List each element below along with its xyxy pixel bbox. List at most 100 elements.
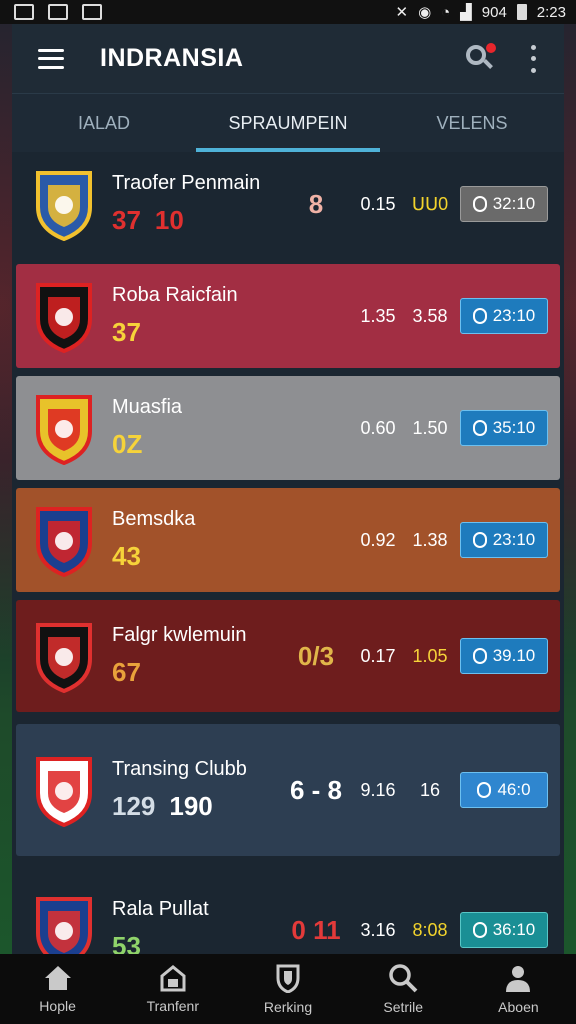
nav-item-rerking[interactable]: Rerking — [230, 954, 345, 1024]
stat-value-a: 0.60 — [360, 417, 396, 438]
timer-icon — [472, 308, 487, 324]
match-row[interactable]: Rala Pullat 53 0 11 3.16 8:08 36:10 — [16, 870, 560, 954]
match-row[interactable]: Muasfia 0Z 0.60 1.50 35:10 — [16, 376, 560, 480]
stat-value-b: 1.50 — [412, 417, 448, 438]
team-name: Roba Raicfain — [112, 284, 238, 306]
score-secondary: 10 — [154, 205, 184, 235]
team-name: Bemsdka — [112, 508, 196, 530]
team-crest-icon — [30, 752, 98, 828]
stat-value-a: 9.16 — [360, 779, 396, 800]
timer-icon — [477, 782, 492, 798]
match-time: 23:10 — [492, 306, 536, 325]
tab-spraumpein[interactable]: SPRAUMPEIN — [196, 94, 380, 152]
timer-icon — [472, 648, 487, 664]
home-icon — [43, 964, 73, 992]
nav-item-hople[interactable]: Hople — [0, 954, 115, 1024]
match-row[interactable]: Traofer Penmain 37 10 8 0.15 ᑌᑌ0 32:10 — [16, 152, 560, 256]
match-time: 35:10 — [492, 418, 536, 437]
gallery-notification-icon — [14, 4, 34, 20]
app-window: INDRANSIA IALAD SPRAUMPEIN VELENS Traofe… — [12, 24, 564, 954]
match-time-button[interactable]: 35:10 — [460, 410, 548, 446]
timer-icon — [472, 420, 487, 436]
mute-icon: ✕ — [395, 4, 409, 21]
timer-icon — [472, 196, 487, 212]
nav-item-aboen[interactable]: Aboen — [461, 954, 576, 1024]
team-crest-icon — [30, 618, 98, 694]
team-crest-icon — [30, 166, 98, 242]
battery-text: 904 — [481, 3, 507, 21]
stat-value-a: 1.35 — [360, 305, 396, 326]
team-name: Traofer Penmain — [112, 172, 261, 194]
more-vertical-icon[interactable] — [528, 44, 538, 73]
stat-value-a: 0.15 — [360, 193, 396, 214]
notification-dot — [486, 42, 496, 53]
team-crest-icon — [30, 502, 98, 578]
score-primary: 129 — [112, 791, 156, 821]
search-icon — [388, 963, 418, 993]
stat-value-a: 3.16 — [360, 919, 396, 940]
app-bar: INDRANSIA — [12, 24, 564, 94]
nav-label: Aboen — [498, 999, 539, 1015]
team-crest-icon — [30, 892, 98, 954]
score-primary: 37 — [112, 205, 141, 235]
match-row[interactable]: Transing Clubb 129 190 6 - 8 9.16 16 46:… — [16, 724, 560, 856]
team-name: Falgr kwlemuin — [112, 624, 247, 646]
match-time-button[interactable]: 39.10 — [460, 638, 548, 674]
stat-value-b: 3.58 — [412, 305, 448, 326]
match-time: 23:10 — [492, 530, 536, 549]
match-time-button[interactable]: 36:10 — [460, 912, 548, 948]
team-name: Rala Pullat — [112, 898, 209, 920]
match-time-button[interactable]: 23:10 — [460, 298, 548, 334]
app-title: INDRANSIA — [100, 44, 244, 72]
team-crest-icon — [30, 390, 98, 466]
match-result: 8 — [308, 188, 324, 219]
match-result: 6 - 8 — [289, 774, 343, 805]
match-result: 0/3 — [297, 640, 335, 671]
timer-icon — [472, 922, 487, 938]
nav-label: Setrile — [383, 999, 424, 1015]
tab-velens[interactable]: VELENS — [380, 94, 564, 152]
nav-item-tranfenr[interactable]: Tranfenr — [115, 954, 230, 1024]
match-time: 32:10 — [492, 194, 536, 213]
tab-bar: IALAD SPRAUMPEIN VELENS — [12, 94, 564, 152]
alarm-icon: ◉ — [418, 4, 432, 21]
match-row[interactable]: Roba Raicfain 37 1.35 3.58 23:10 — [16, 264, 560, 368]
bottom-navigation: Hople Tranfenr Rerking Setrile Aboen — [0, 954, 576, 1024]
team-name: Transing Clubb — [112, 758, 247, 780]
edit-notification-icon — [82, 4, 102, 20]
score-primary: 37 — [112, 317, 141, 347]
match-row[interactable]: Bemsdka 43 0.92 1.38 23:10 — [16, 488, 560, 592]
tab-ialad[interactable]: IALAD — [12, 94, 196, 152]
stat-value-b: 1.05 — [412, 645, 448, 666]
match-time-button[interactable]: 23:10 — [460, 522, 548, 558]
score-primary: 0Z — [112, 429, 143, 459]
transfer-icon — [158, 964, 188, 992]
score-primary: 43 — [112, 541, 141, 571]
menu-icon[interactable] — [38, 48, 64, 69]
stat-value-b: 8:08 — [412, 919, 448, 940]
search-notification-icon[interactable] — [464, 42, 498, 76]
clock-time: 2:23 — [536, 3, 566, 21]
image-notification-icon — [48, 4, 68, 20]
team-crest-icon — [30, 278, 98, 354]
signal-icon: ▟ — [460, 4, 472, 21]
score-primary: 53 — [112, 931, 141, 954]
nav-item-setrile[interactable]: Setrile — [346, 954, 461, 1024]
stat-value-b: 16 — [419, 779, 441, 800]
nav-label: Tranfenr — [146, 998, 199, 1014]
team-name: Muasfia — [112, 396, 183, 418]
shield-icon — [273, 963, 303, 993]
wifi-icon: ◔ — [441, 3, 451, 21]
match-time: 46:0 — [497, 780, 531, 799]
match-time-button[interactable]: 32:10 — [460, 186, 548, 222]
match-list: Traofer Penmain 37 10 8 0.15 ᑌᑌ0 32:10 R… — [12, 152, 564, 954]
stat-value-b: 1.38 — [412, 529, 448, 550]
stat-value-a: 0.92 — [360, 529, 396, 550]
stat-value-a: 0.17 — [360, 645, 396, 666]
match-time-button[interactable]: 46:0 — [460, 772, 548, 808]
match-time: 39.10 — [492, 646, 536, 665]
score-secondary: 190 — [169, 791, 213, 821]
timer-icon — [472, 532, 487, 548]
match-row[interactable]: Falgr kwlemuin 67 0/3 0.17 1.05 39.10 — [16, 600, 560, 712]
match-time: 36:10 — [492, 920, 536, 939]
